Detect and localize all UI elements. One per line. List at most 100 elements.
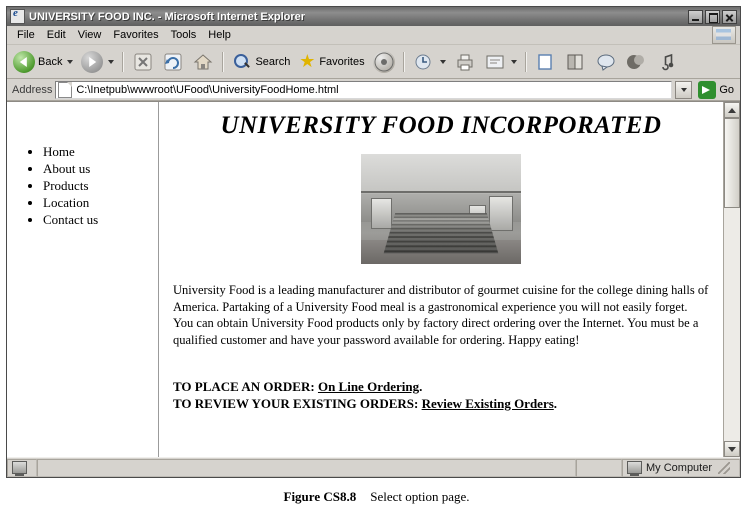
address-label: Address <box>12 83 53 96</box>
scrollbar-thumb[interactable] <box>724 118 740 208</box>
review-orders-label: TO REVIEW YOUR EXISTING ORDERS: <box>173 396 419 411</box>
forward-button[interactable] <box>78 48 117 76</box>
go-arrow-icon <box>698 80 717 99</box>
menu-item-view[interactable]: View <box>72 28 108 42</box>
nav-item-about-us[interactable]: About us <box>43 161 158 177</box>
extra-tool-button[interactable] <box>652 48 680 76</box>
refresh-icon <box>162 52 184 72</box>
blank-page-icon <box>535 52 557 72</box>
browser-window: UNIVERSITY FOOD INC. - Microsoft Interne… <box>6 6 741 478</box>
place-order-line: TO PLACE AN ORDER: On Line Ordering. <box>173 378 709 395</box>
print-button[interactable] <box>451 48 479 76</box>
address-dropdown-button[interactable] <box>675 80 693 99</box>
address-value: C:\Inetpub\wwwroot\UFood\UniversityFoodH… <box>76 83 339 96</box>
toolbar-separator <box>122 51 125 72</box>
review-existing-orders-link[interactable]: Review Existing Orders <box>422 396 554 411</box>
nav-item-home[interactable]: Home <box>43 144 158 160</box>
food-plant-photo <box>361 154 521 264</box>
search-button-label: Search <box>255 55 291 68</box>
status-icon-cell <box>7 458 37 477</box>
figure-number: Figure CS8.8 <box>283 489 357 504</box>
nav-item-contact-us[interactable]: Contact us <box>43 212 158 228</box>
back-button[interactable]: Back <box>10 48 76 76</box>
online-ordering-link[interactable]: On Line Ordering <box>318 379 419 394</box>
scrollbar-track[interactable] <box>724 118 740 441</box>
go-button-label: Go <box>719 83 734 96</box>
book-icon <box>565 52 587 72</box>
address-input[interactable]: C:\Inetpub\wwwroot\UFood\UniversityFoodH… <box>55 80 673 99</box>
edit-button[interactable] <box>481 48 520 76</box>
menu-item-help[interactable]: Help <box>202 28 237 42</box>
forward-arrow-icon <box>81 50 104 73</box>
research-button[interactable] <box>562 48 590 76</box>
realone-button[interactable] <box>622 48 650 76</box>
messenger-button[interactable] <box>592 48 620 76</box>
menu-item-file[interactable]: File <box>11 28 41 42</box>
page-area: Home About us Products Location Contact … <box>7 101 740 457</box>
place-order-label: TO PLACE AN ORDER: <box>173 379 315 394</box>
page-status-icon <box>12 461 27 476</box>
place-order-period: . <box>419 379 423 394</box>
window-controls <box>688 9 738 24</box>
nav-item-location[interactable]: Location <box>43 195 158 211</box>
nav-list: Home About us Products Location Contact … <box>7 144 158 228</box>
home-icon <box>192 52 214 72</box>
review-orders-period: . <box>553 396 558 411</box>
menu-bar: File Edit View Favorites Tools Help <box>7 26 740 45</box>
favorites-button-label: Favorites <box>319 55 365 68</box>
refresh-button[interactable] <box>159 48 187 76</box>
security-zone-cell: My Computer <box>622 458 740 477</box>
stop-icon <box>132 52 154 72</box>
my-computer-icon <box>627 461 642 476</box>
status-spacer-cell <box>576 458 622 477</box>
page-paragraph: University Food is a leading manufacture… <box>173 283 709 347</box>
close-button[interactable] <box>722 9 737 24</box>
menu-item-edit[interactable]: Edit <box>41 28 72 42</box>
toolbar-separator-3 <box>402 51 405 72</box>
media-icon <box>372 50 395 73</box>
figure-caption-text: Select option page. <box>370 489 470 504</box>
page-nav-column: Home About us Products Location Contact … <box>7 102 159 457</box>
edit-page-icon <box>484 52 506 72</box>
history-icon <box>413 52 435 72</box>
order-links-block: TO PLACE AN ORDER: On Line Ordering. TO … <box>173 378 709 412</box>
maximize-button[interactable] <box>705 9 720 24</box>
window-title: UNIVERSITY FOOD INC. - Microsoft Interne… <box>29 10 306 23</box>
scroll-up-arrow-icon <box>728 107 736 113</box>
minimize-button[interactable] <box>688 9 703 24</box>
nav-item-products[interactable]: Products <box>43 178 158 194</box>
vertical-scrollbar[interactable] <box>723 102 740 457</box>
toolbar-separator-2 <box>222 51 225 72</box>
back-button-label: Back <box>38 55 63 68</box>
favorites-button[interactable]: ★ Favorites <box>295 48 367 76</box>
toolbar-separator-4 <box>524 51 527 72</box>
chevron-down-icon <box>680 87 687 92</box>
title-bar: UNIVERSITY FOOD INC. - Microsoft Interne… <box>7 7 740 26</box>
scroll-down-button[interactable] <box>724 441 740 457</box>
address-bar: Address C:\Inetpub\wwwroot\UFood\Univers… <box>7 79 740 101</box>
page-title: UNIVERSITY FOOD INCORPORATED <box>220 112 662 139</box>
menu-item-tools[interactable]: Tools <box>165 28 203 42</box>
discuss-button[interactable] <box>532 48 560 76</box>
resize-grip-icon[interactable] <box>718 461 731 474</box>
forward-dropdown-caret-icon[interactable] <box>108 59 115 64</box>
search-button[interactable]: Search <box>229 48 293 76</box>
scroll-up-button[interactable] <box>724 102 740 118</box>
back-dropdown-caret-icon[interactable] <box>67 59 74 64</box>
status-bar: My Computer <box>7 457 740 477</box>
media-button[interactable] <box>370 48 398 76</box>
go-button[interactable]: Go <box>695 80 737 99</box>
stop-button[interactable] <box>129 48 157 76</box>
realone-icon <box>625 52 647 72</box>
music-note-icon <box>655 52 677 72</box>
review-orders-line: TO REVIEW YOUR EXISTING ORDERS: Review E… <box>173 395 709 412</box>
edit-caret-icon[interactable] <box>510 59 517 64</box>
search-icon <box>232 52 252 72</box>
home-button[interactable] <box>189 48 217 76</box>
toolbar: Back Search ★ Favorites <box>7 45 740 79</box>
screenshot-root: UNIVERSITY FOOD INC. - Microsoft Interne… <box>0 0 753 521</box>
menu-item-favorites[interactable]: Favorites <box>107 28 164 42</box>
history-button[interactable] <box>410 48 449 76</box>
history-caret-icon[interactable] <box>439 59 446 64</box>
scroll-down-arrow-icon <box>728 446 736 452</box>
